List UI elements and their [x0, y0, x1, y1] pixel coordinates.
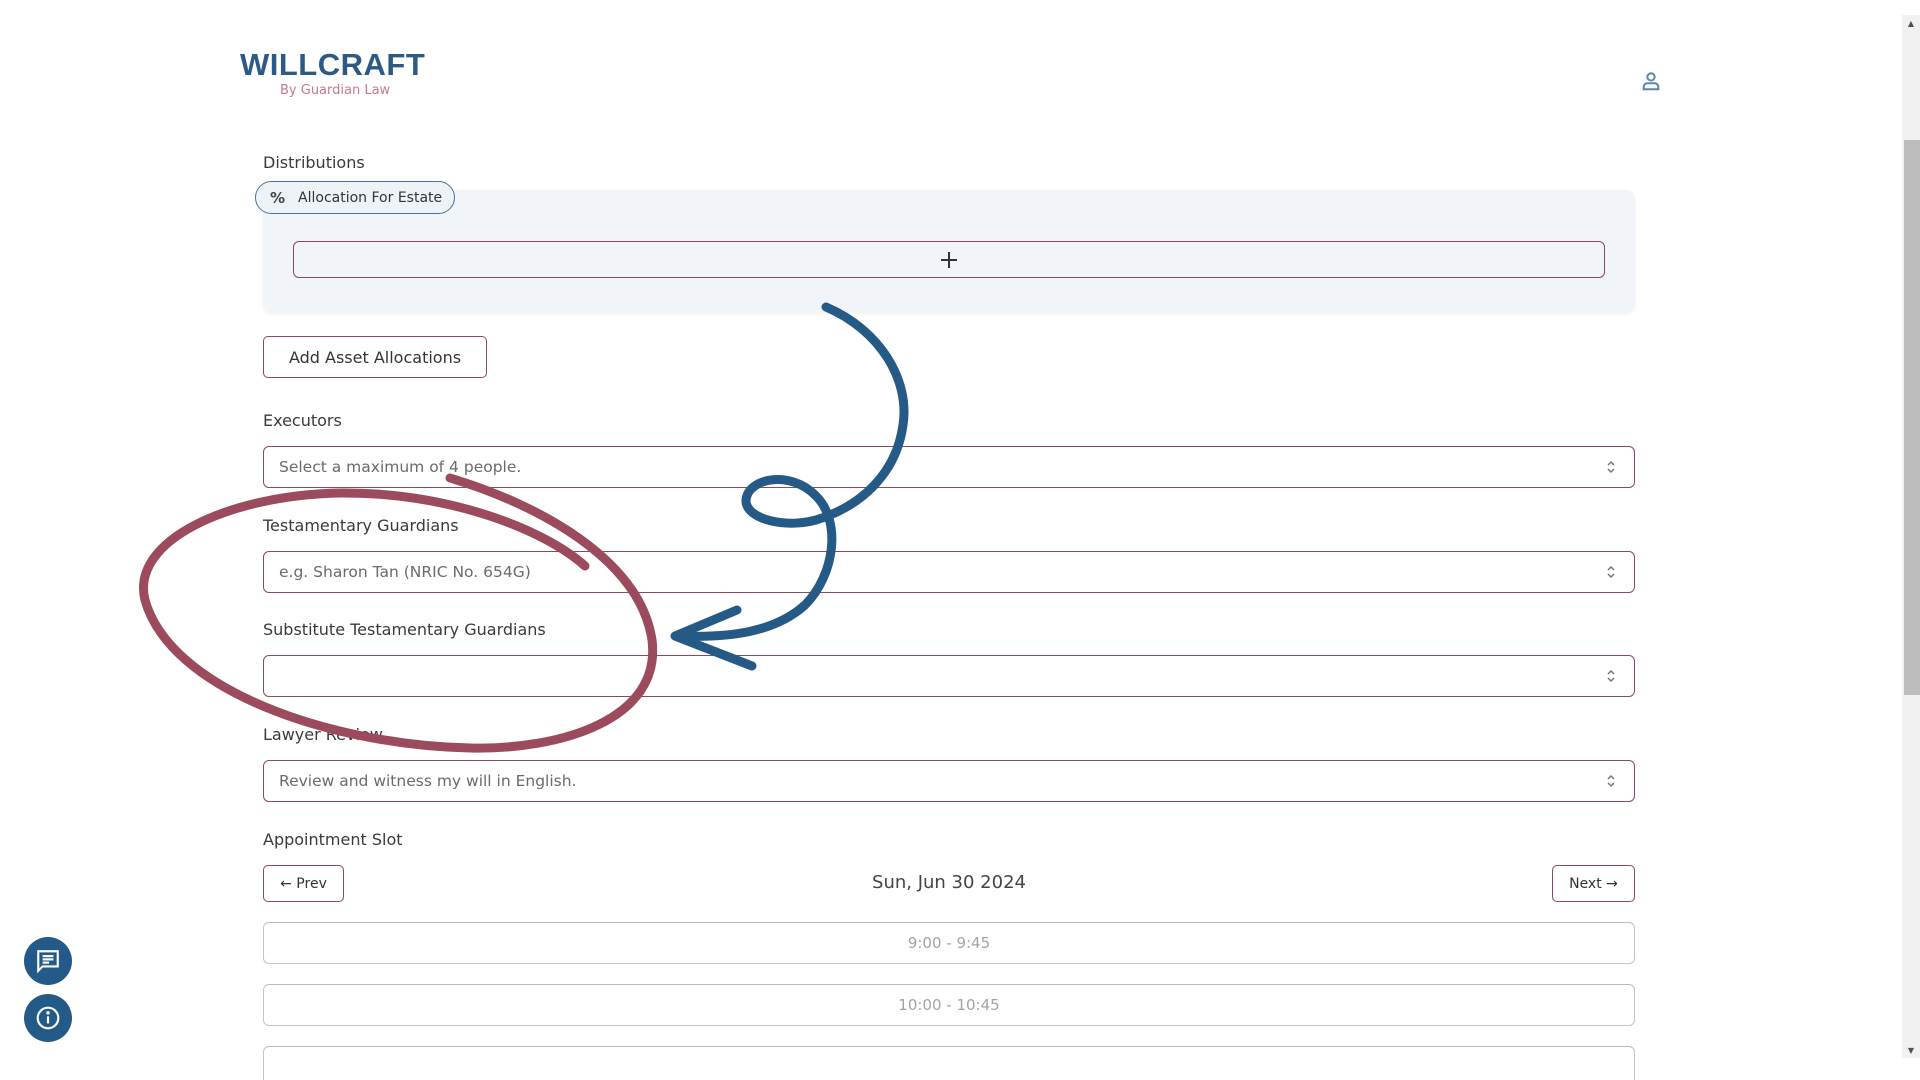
page-scrollbar[interactable]: ▲ ▼ — [1902, 15, 1920, 1058]
chevron-up-down-icon — [1607, 774, 1615, 788]
testamentary-guardians-placeholder: e.g. Sharon Tan (NRIC No. 654G) — [279, 563, 531, 581]
logo-title: WILLCRAFT — [240, 47, 426, 82]
executors-label: Executors — [263, 411, 342, 430]
lawyer-review-value: Review and witness my will in English. — [279, 772, 577, 790]
executors-placeholder: Select a maximum of 4 people. — [279, 458, 522, 476]
logo-subtitle: By Guardian Law — [280, 83, 391, 98]
lawyer-review-label: Lawyer Review — [263, 725, 383, 744]
time-slot[interactable]: 9:00 - 9:45 — [263, 922, 1635, 964]
chat-icon — [37, 950, 59, 974]
scroll-thumb[interactable] — [1904, 140, 1920, 695]
allocation-for-estate-chip[interactable]: % Allocation For Estate — [255, 181, 456, 214]
testamentary-guardians-select[interactable]: e.g. Sharon Tan (NRIC No. 654G) — [263, 551, 1635, 593]
chip-label: Allocation For Estate — [298, 189, 443, 206]
chat-button[interactable] — [24, 937, 72, 985]
chevron-up-down-icon — [1607, 460, 1615, 474]
user-account-button[interactable] — [1636, 66, 1666, 96]
logo[interactable]: WILLCRAFT By Guardian Law — [240, 48, 425, 100]
substitute-guardians-label: Substitute Testamentary Guardians — [263, 620, 546, 639]
testamentary-guardians-label: Testamentary Guardians — [263, 516, 459, 535]
executors-select[interactable]: Select a maximum of 4 people. — [263, 446, 1635, 488]
time-slot[interactable]: 10:00 - 10:45 — [263, 984, 1635, 1026]
add-distribution-button[interactable] — [293, 241, 1605, 278]
appointment-slot-label: Appointment Slot — [263, 830, 403, 849]
lawyer-review-select[interactable]: Review and witness my will in English. — [263, 760, 1635, 802]
substitute-guardians-select[interactable] — [263, 655, 1635, 697]
prev-date-button[interactable]: ← Prev — [263, 865, 344, 902]
info-button[interactable] — [24, 994, 72, 1042]
appointment-date: Sun, Jun 30 2024 — [872, 872, 1026, 893]
scroll-down-arrow-icon[interactable]: ▼ — [1902, 1042, 1920, 1058]
add-asset-allocations-button[interactable]: Add Asset Allocations — [263, 336, 487, 378]
info-icon — [36, 1006, 60, 1030]
chevron-up-down-icon — [1607, 669, 1615, 683]
next-date-button[interactable]: Next → — [1552, 865, 1635, 902]
time-slot[interactable] — [263, 1046, 1635, 1080]
percent-icon: % — [270, 188, 286, 207]
distributions-label: Distributions — [263, 153, 365, 172]
chevron-up-down-icon — [1607, 565, 1615, 579]
plus-icon — [941, 251, 957, 268]
scroll-up-arrow-icon[interactable]: ▲ — [1902, 15, 1920, 31]
user-icon — [1642, 72, 1660, 91]
